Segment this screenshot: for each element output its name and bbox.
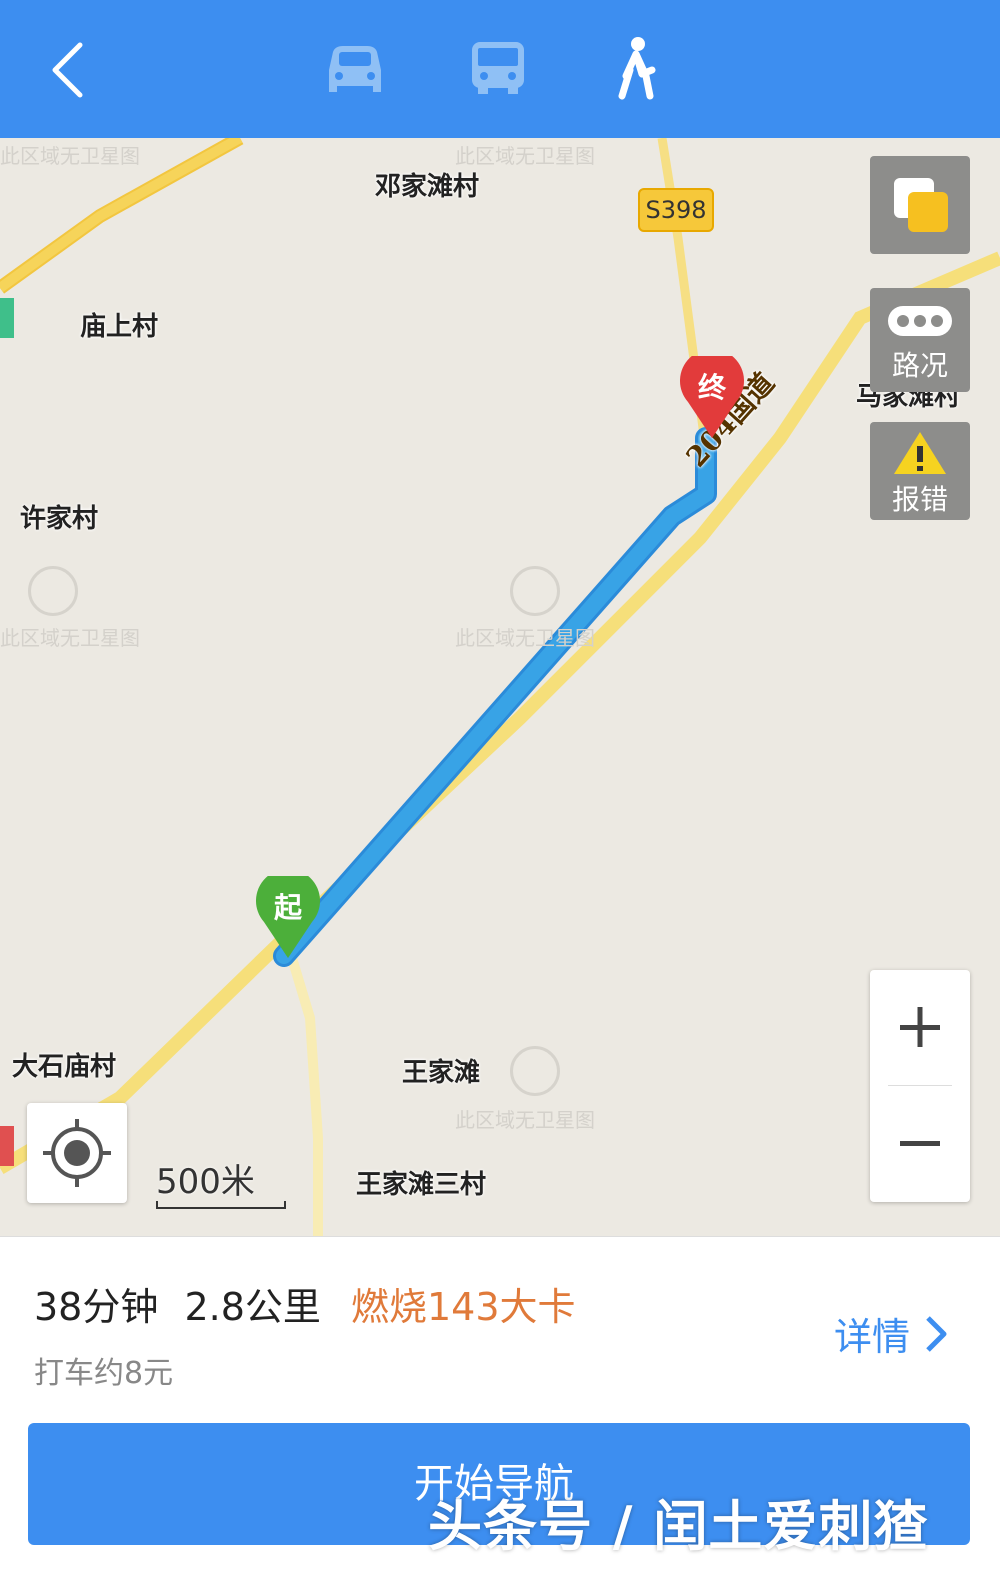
taxi-estimate: 打车约8元 bbox=[34, 1356, 174, 1391]
start-label: 起 bbox=[273, 891, 302, 924]
plus-icon bbox=[900, 1007, 940, 1047]
minus-icon bbox=[900, 1141, 940, 1146]
place-label: 大石庙村 bbox=[12, 1052, 117, 1082]
map-view[interactable]: 此区域无卫星图 此区域无卫星图 此区域无卫星图 此区域无卫星图 此区域无卫星图 … bbox=[0, 138, 1000, 1236]
divider bbox=[0, 1236, 1000, 1237]
watermark: 此区域无卫星图 bbox=[0, 144, 140, 168]
watermark: 此区域无卫星图 bbox=[455, 626, 595, 650]
back-icon[interactable] bbox=[40, 30, 110, 110]
locate-button[interactable] bbox=[27, 1103, 127, 1203]
smiley-icon bbox=[28, 566, 78, 616]
place-label: 邓家滩村 bbox=[375, 172, 480, 202]
smiley-icon bbox=[510, 1046, 560, 1096]
route-distance: 2.8公里 bbox=[184, 1285, 321, 1329]
route-summary: 38分钟 2.8公里 燃烧143大卡 bbox=[34, 1276, 576, 1331]
bus-mode-icon[interactable] bbox=[458, 30, 538, 110]
road-badge: S398 bbox=[638, 188, 714, 232]
route-calories: 燃烧143大卡 bbox=[350, 1285, 576, 1329]
watermark: 此区域无卫星图 bbox=[455, 144, 595, 168]
smiley-icon bbox=[510, 566, 560, 616]
start-pin[interactable]: 起 bbox=[256, 868, 320, 960]
locate-icon bbox=[43, 1119, 111, 1187]
scale-bar: 500米 bbox=[156, 1154, 286, 1209]
report-label: 报错 bbox=[891, 483, 948, 516]
watermark: 此区域无卫星图 bbox=[0, 626, 140, 650]
walk-mode-icon[interactable] bbox=[596, 30, 676, 110]
detail-label: 详情 bbox=[834, 1315, 911, 1359]
place-label: 王家滩 bbox=[402, 1058, 481, 1088]
warning-icon bbox=[894, 432, 946, 474]
watermark-overlay: 头条号 / 闰土爱刺猹 bbox=[428, 1495, 929, 1558]
report-button[interactable]: 报错 bbox=[870, 422, 970, 520]
zoom-in-button[interactable] bbox=[870, 970, 970, 1085]
scale-label: 500米 bbox=[156, 1162, 255, 1202]
car-mode-icon[interactable] bbox=[315, 30, 395, 110]
place-label: 庙上村 bbox=[80, 312, 159, 342]
place-label: 王家滩三村 bbox=[356, 1170, 487, 1200]
traffic-icon bbox=[888, 306, 952, 336]
traffic-label: 路况 bbox=[891, 349, 948, 382]
top-bar bbox=[0, 0, 1000, 138]
traffic-button[interactable]: 路况 bbox=[870, 288, 970, 392]
watermark: 此区域无卫星图 bbox=[455, 1108, 595, 1132]
end-pin[interactable]: 终 bbox=[680, 348, 744, 440]
layers-icon bbox=[894, 178, 948, 232]
zoom-out-button[interactable] bbox=[870, 1086, 970, 1201]
chevron-right-icon bbox=[926, 1316, 947, 1352]
layers-button[interactable] bbox=[870, 156, 970, 254]
place-label: 许家村 bbox=[20, 504, 99, 534]
zoom-control bbox=[870, 970, 970, 1202]
route-time: 38分钟 bbox=[34, 1285, 159, 1329]
detail-link[interactable]: 详情 bbox=[834, 1306, 950, 1361]
end-label: 终 bbox=[697, 371, 726, 404]
